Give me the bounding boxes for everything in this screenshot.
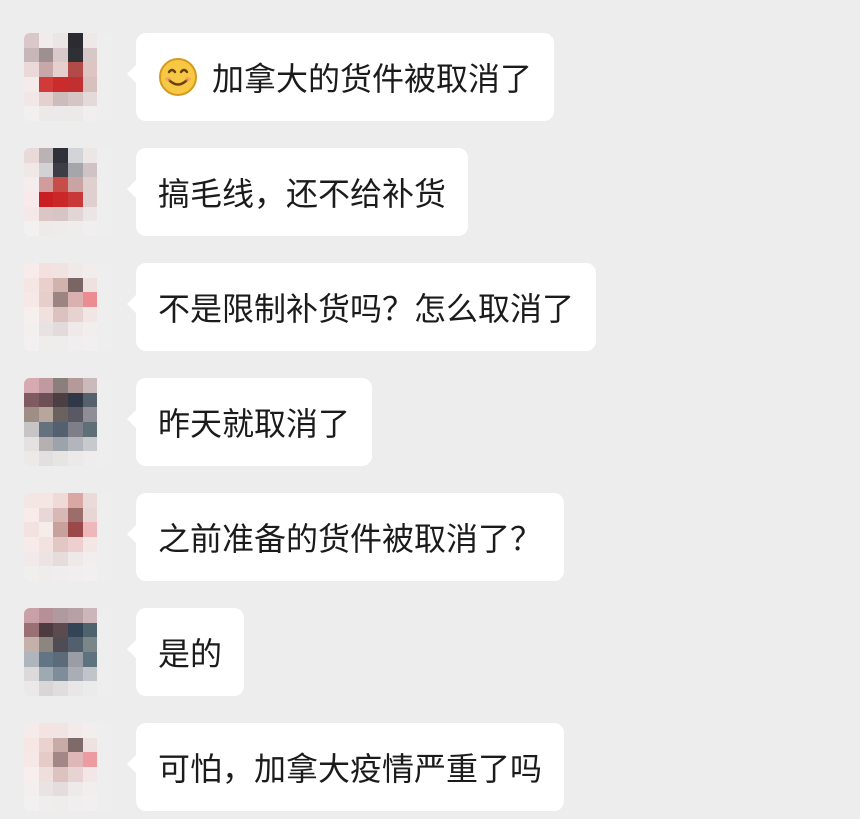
message-text: 搞毛线，还不给补货 xyxy=(158,175,447,213)
message-text: 不是限制补货吗？怎么取消了 xyxy=(158,290,575,328)
avatar[interactable] xyxy=(24,723,112,811)
avatar[interactable] xyxy=(24,493,112,581)
message-bubble[interactable]: 搞毛线，还不给补货 xyxy=(126,148,469,236)
message-text: 是的 xyxy=(158,635,223,673)
message-text: 之前准备的货件被取消了？ xyxy=(158,520,543,558)
message-bubble[interactable]: 不是限制补货吗？怎么取消了 xyxy=(126,263,597,351)
chat-message-list: 加拿大的货件被取消了 搞毛线，还不给补货 不是限制补货吗？怎么取消了 昨天就取消… xyxy=(0,0,860,819)
avatar[interactable] xyxy=(24,608,112,696)
message-bubble[interactable]: 加拿大的货件被取消了 xyxy=(126,33,555,121)
message-bubble[interactable]: 之前准备的货件被取消了？ xyxy=(126,493,565,581)
avatar[interactable] xyxy=(24,33,112,121)
avatar[interactable] xyxy=(24,378,112,466)
avatar[interactable] xyxy=(24,263,112,351)
message-bubble[interactable]: 是的 xyxy=(126,608,245,696)
message-bubble[interactable]: 可怕，加拿大疫情严重了吗 xyxy=(126,723,565,811)
message-text: 昨天就取消了 xyxy=(158,405,351,443)
message-text: 可怕，加拿大疫情严重了吗 xyxy=(158,750,543,788)
smile-emoji-icon xyxy=(159,58,197,96)
avatar[interactable] xyxy=(24,148,112,236)
message-text: 加拿大的货件被取消了 xyxy=(212,60,533,98)
message-bubble[interactable]: 昨天就取消了 xyxy=(126,378,373,466)
